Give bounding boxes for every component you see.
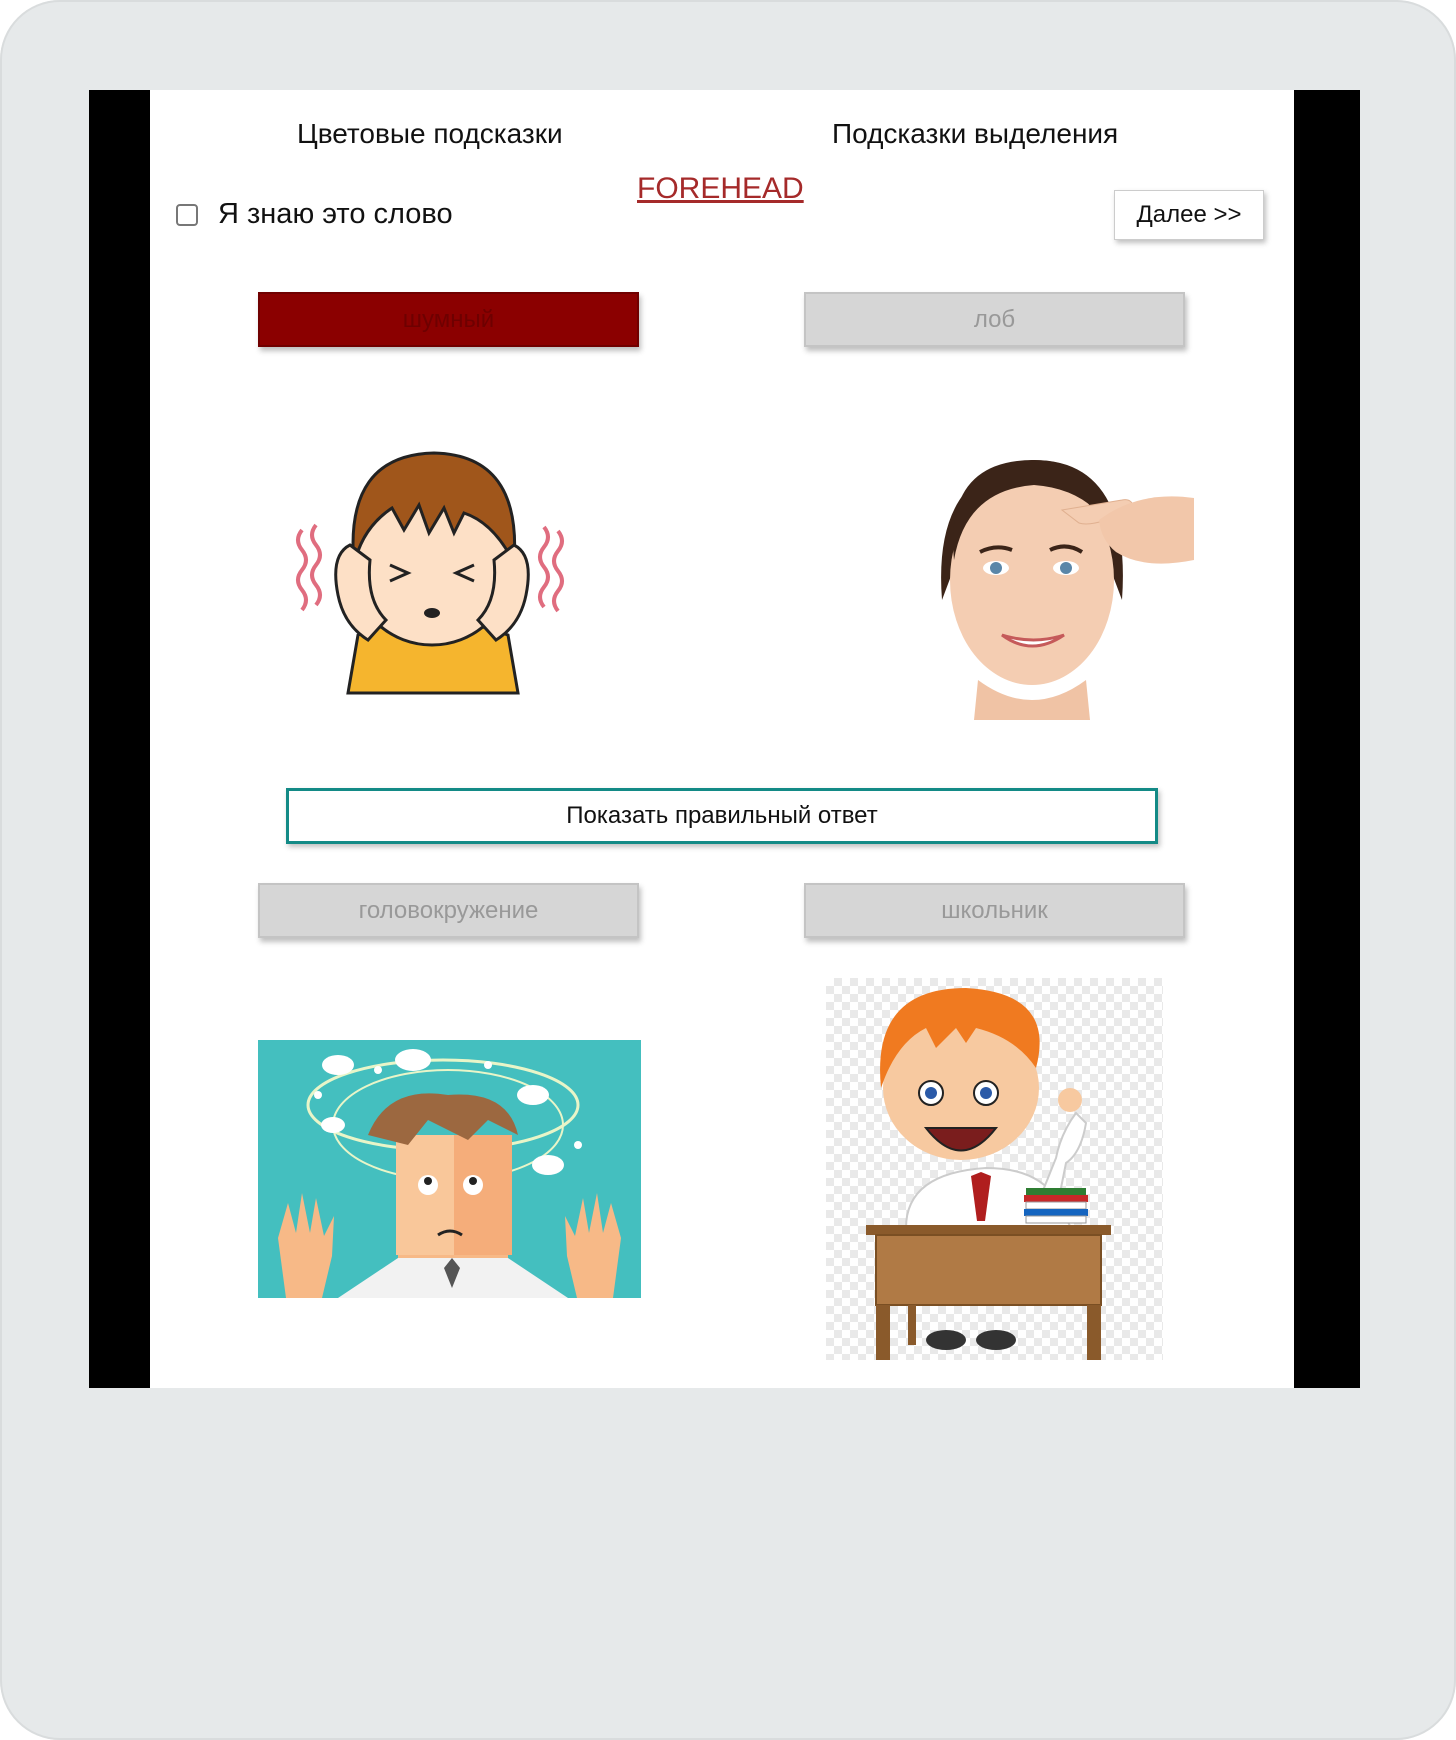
schoolboy-at-desk-image[interactable] — [826, 978, 1163, 1360]
color-hints-tab[interactable]: Цветовые подсказки — [297, 118, 563, 150]
option-button-1[interactable]: шумный — [258, 292, 639, 347]
show-answer-button[interactable]: Показать правильный ответ — [286, 788, 1158, 844]
know-word-checkbox-row[interactable]: Я знаю это слово — [176, 198, 453, 231]
woman-pointing-forehead-image[interactable] — [894, 440, 1194, 720]
know-word-label[interactable]: Я знаю это слово — [218, 198, 453, 231]
schoolboy-illustration — [866, 988, 1111, 1360]
next-button[interactable]: Далее >> — [1114, 190, 1264, 240]
option-button-3[interactable]: головокружение — [258, 883, 639, 938]
target-word-link[interactable]: FOREHEAD — [637, 172, 804, 206]
know-word-checkbox[interactable] — [176, 203, 198, 226]
boy-covering-ears-image[interactable] — [280, 435, 580, 715]
option-button-2[interactable]: лоб — [804, 292, 1185, 347]
dizzy-man-image[interactable] — [258, 1040, 641, 1298]
quiz-page: Цветовые подсказки Подсказки выделения F… — [150, 90, 1294, 1388]
option-button-4[interactable]: школьник — [804, 883, 1185, 938]
highlight-hints-tab[interactable]: Подсказки выделения — [832, 118, 1118, 150]
device-frame: Цветовые подсказки Подсказки выделения F… — [0, 0, 1456, 1740]
